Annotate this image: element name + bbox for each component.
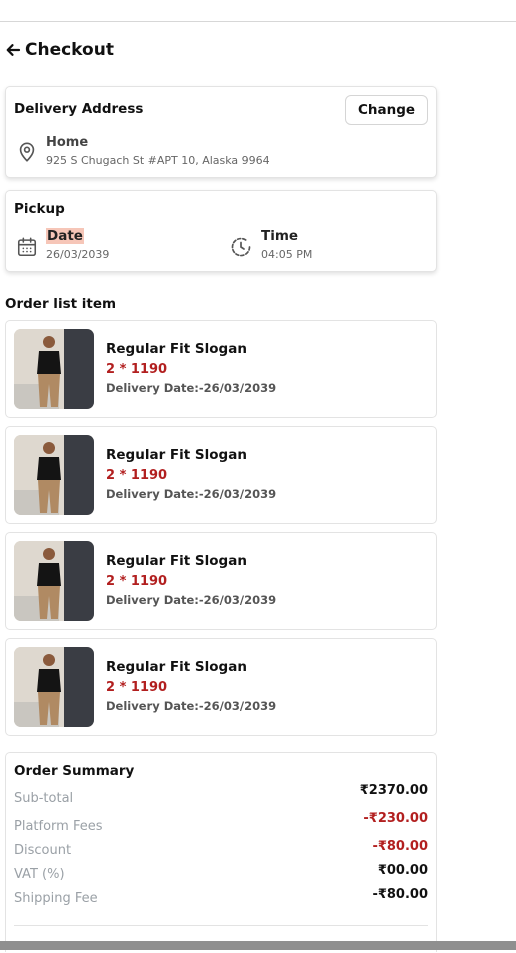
summary-label: VAT (%): [14, 867, 65, 882]
product-image: [14, 647, 94, 727]
product-name: Regular Fit Slogan: [106, 341, 247, 357]
pickup-time-value: 04:05 PM: [261, 248, 313, 261]
order-item-card[interactable]: Regular Fit Slogan 2 * 1190 Delivery Dat…: [5, 638, 437, 736]
order-summary-card: Order Summary Sub-total ₹2370.00 Platfor…: [5, 752, 437, 952]
summary-divider: [14, 925, 428, 926]
summary-label: Platform Fees: [14, 819, 103, 834]
summary-value: -₹80.00: [372, 839, 428, 854]
address-line: 925 S Chugach St #APT 10, Alaska 9964: [46, 154, 270, 167]
pickup-date-value: 26/03/2039: [46, 248, 110, 261]
order-item-card[interactable]: Regular Fit Slogan 2 * 1190 Delivery Dat…: [5, 532, 437, 630]
product-delivery-date: Delivery Date:-26/03/2039: [106, 487, 277, 501]
page-header: Checkout: [5, 38, 114, 62]
summary-row-vat: VAT (%) ₹00.00: [14, 863, 428, 883]
clock-icon: [231, 237, 251, 257]
pickup-time-label[interactable]: Time: [261, 228, 298, 244]
page-title: Checkout: [25, 40, 114, 60]
arrow-left-icon[interactable]: [5, 42, 21, 58]
product-image: [14, 329, 94, 409]
summary-row-platform-fees: Platform Fees -₹230.00: [14, 811, 428, 835]
summary-label: Shipping Fee: [14, 891, 98, 906]
product-qty-price: 2 * 1190: [106, 680, 168, 695]
delivery-address-card: Delivery Address Change Home 925 S Chuga…: [5, 86, 437, 178]
order-item-card[interactable]: Regular Fit Slogan 2 * 1190 Delivery Dat…: [5, 426, 437, 524]
pickup-card: Pickup Date 26/03/2039 Time 04:05 PM: [5, 190, 437, 272]
top-divider: [0, 21, 516, 22]
change-address-button[interactable]: Change: [345, 95, 428, 125]
product-image: [14, 541, 94, 621]
product-image: [14, 435, 94, 515]
product-qty-price: 2 * 1190: [106, 362, 168, 377]
map-pin-icon: [19, 142, 35, 162]
delivery-address-title: Delivery Address: [14, 101, 144, 117]
summary-value: ₹2370.00: [359, 783, 428, 798]
order-summary-title: Order Summary: [14, 763, 135, 779]
summary-label: Sub-total: [14, 791, 74, 806]
product-delivery-date: Delivery Date:-26/03/2039: [106, 593, 277, 607]
product-name: Regular Fit Slogan: [106, 447, 247, 463]
address-label: Home: [46, 135, 89, 150]
order-item-card[interactable]: Regular Fit Slogan 2 * 1190 Delivery Dat…: [5, 320, 437, 418]
order-list-title: Order list item: [5, 296, 117, 312]
calendar-icon: [17, 237, 37, 257]
summary-row-discount: Discount -₹80.00: [14, 839, 428, 859]
product-name: Regular Fit Slogan: [106, 553, 247, 569]
product-qty-price: 2 * 1190: [106, 468, 168, 483]
pickup-date-label[interactable]: Date: [46, 228, 84, 244]
summary-row-shipping-fee: Shipping Fee -₹80.00: [14, 887, 428, 907]
summary-value: -₹230.00: [363, 811, 428, 826]
product-name: Regular Fit Slogan: [106, 659, 247, 675]
product-delivery-date: Delivery Date:-26/03/2039: [106, 699, 277, 713]
product-qty-price: 2 * 1190: [106, 574, 168, 589]
summary-value: -₹80.00: [372, 887, 428, 902]
product-delivery-date: Delivery Date:-26/03/2039: [106, 381, 277, 395]
pickup-title: Pickup: [14, 201, 65, 217]
summary-label: Discount: [14, 843, 72, 858]
horizontal-scrollbar[interactable]: [0, 941, 516, 950]
summary-row-subtotal: Sub-total ₹2370.00: [14, 783, 428, 807]
summary-value: ₹00.00: [377, 863, 428, 878]
